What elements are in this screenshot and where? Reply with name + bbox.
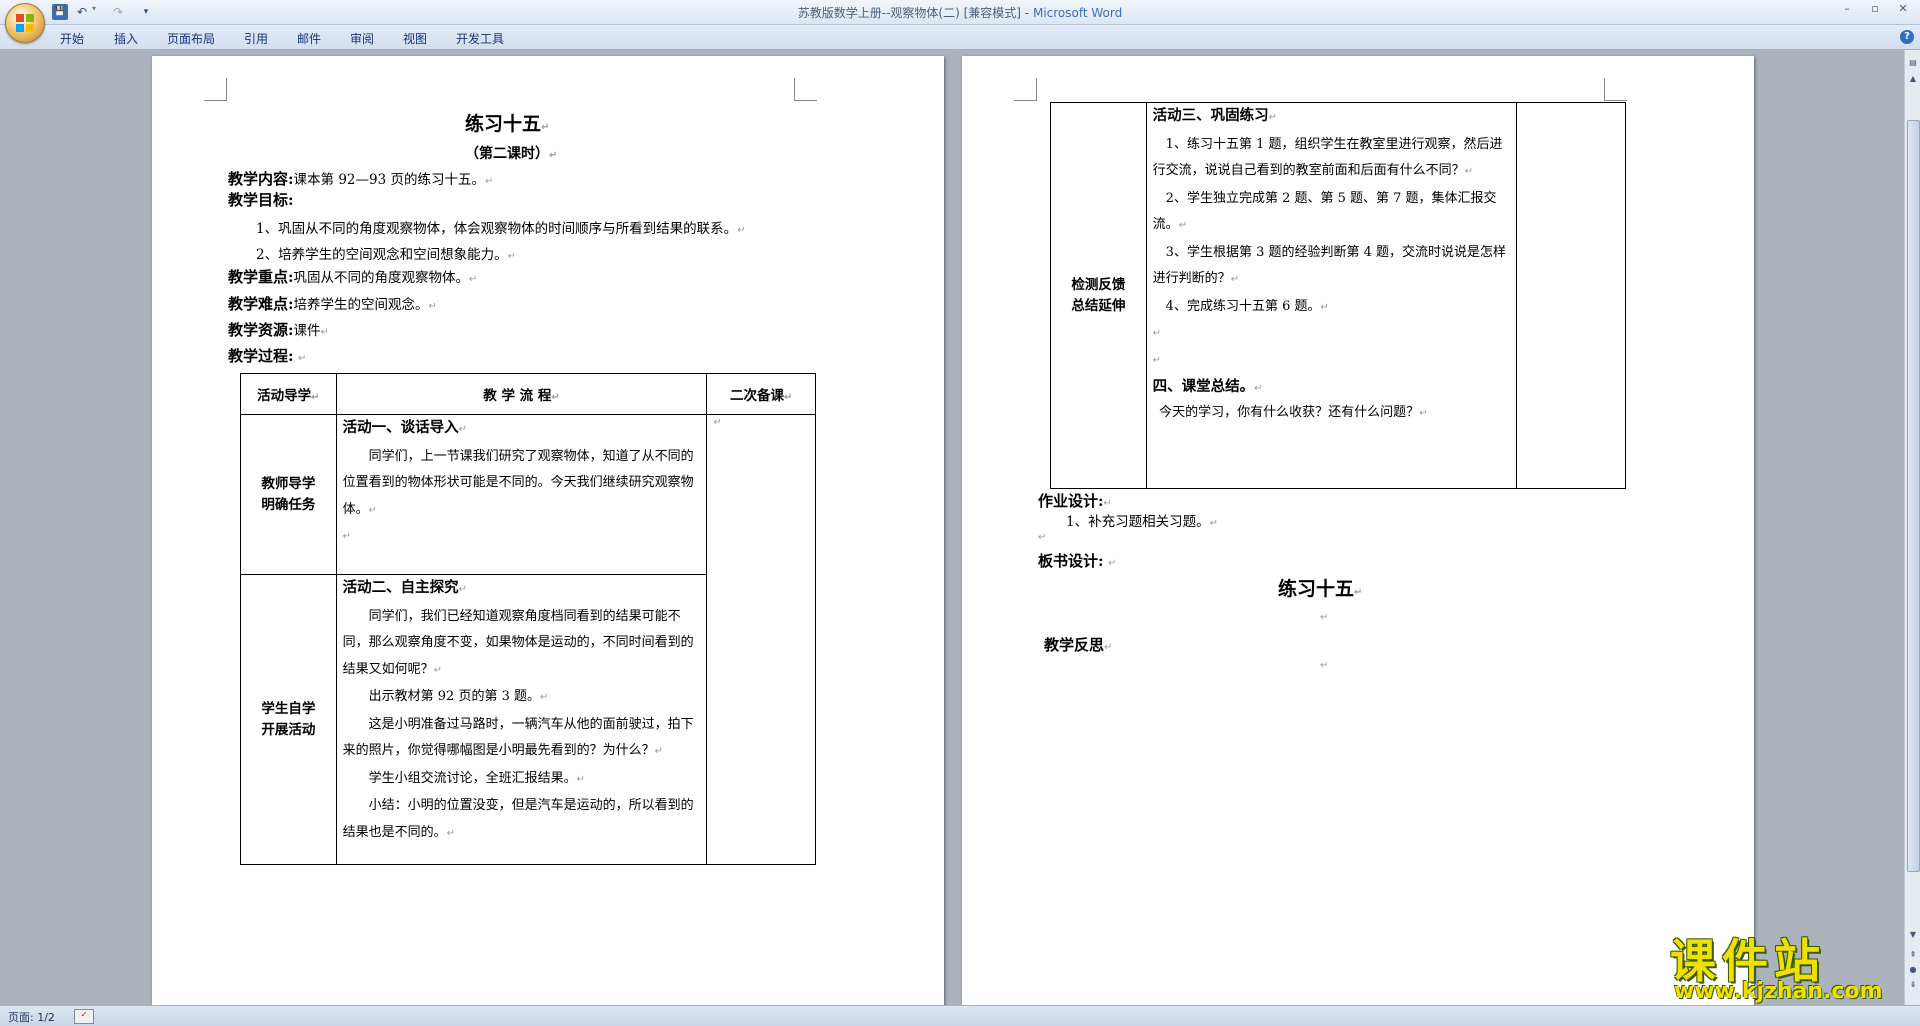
goal-heading: 教学目标:	[228, 191, 294, 209]
paragraph-mark: ↵	[1038, 532, 1047, 543]
paragraph-mark: ↵	[1320, 612, 1329, 623]
revision-cell-2[interactable]	[1516, 102, 1626, 489]
goal-2: 2、培养学生的空间观念和空间想象能力。↵	[256, 247, 516, 263]
previous-page-icon[interactable]: ⇞	[1907, 950, 1919, 962]
tab-view[interactable]: 视图	[403, 30, 427, 47]
exercise-2: 2、学生独立完成第 2 题、第 5 题、第 7 题，集体汇报交流。↵	[1152, 190, 1497, 233]
content-line: 教学内容:课本第 92—93 页的练习十五。↵	[228, 170, 494, 188]
tab-mailings[interactable]: 邮件	[297, 30, 321, 47]
activity-3-title: 活动三、巩固练习	[1152, 107, 1269, 124]
crop-mark	[794, 78, 817, 101]
lesson-table-continued[interactable]: 检测反馈 总结延伸 活动三、巩固练习↵ 1、练习十五第 1 题，组织学生在教室里进…	[1050, 102, 1626, 489]
crop-mark	[1604, 78, 1627, 101]
page-2[interactable]: 检测反馈 总结延伸 活动三、巩固练习↵ 1、练习十五第 1 题，组织学生在教室里进…	[962, 56, 1754, 1005]
watermark-url: www.kjzhan.com	[1674, 979, 1883, 1004]
lesson-table[interactable]: 活动导学↵ 教 学 流 程↵ 二次备课↵ 教师导学 明确任务 活动一、谈话导入↵ …	[240, 373, 816, 865]
window-title: 苏教版数学上册--观察物体(二) [兼容模式] - Microsoft Word	[0, 4, 1920, 21]
activity-1-text: 同学们，上一节课我们研究了观察物体，知道了从不同的位置看到的物体形状可能是不同的…	[342, 448, 694, 517]
tab-developer[interactable]: 开发工具	[456, 30, 504, 47]
process-heading: 教学过程: ↵	[228, 347, 307, 365]
scroll-thumb[interactable]	[1907, 120, 1920, 872]
activity-2-p5: 小结：小明的位置没变，但是汽车是运动的，所以看到的结果也是不同的。↵	[342, 798, 694, 840]
reflection-heading: 教学反思↵	[1044, 636, 1113, 654]
vertical-scrollbar[interactable]: ▤ ▲ ▼ ⇞ ● ⇟	[1904, 50, 1920, 1005]
board-heading: 板书设计: ↵	[1038, 552, 1117, 570]
table-header-activity: 活动导学↵	[240, 373, 337, 415]
row3-label: 检测反馈 总结延伸	[1050, 102, 1147, 489]
page-indicator[interactable]: 页面: 1/2	[8, 1009, 55, 1025]
tab-home[interactable]: 开始	[60, 30, 84, 47]
paragraph-mark: ↵	[1320, 660, 1329, 671]
status-bar: 页面: 1/2 ✓	[0, 1005, 1920, 1026]
summary-title: 四、课堂总结。	[1152, 378, 1255, 395]
revision-cell[interactable]: ↵	[706, 414, 816, 865]
scroll-up-arrow-icon[interactable]: ▲	[1907, 74, 1919, 86]
difficulty-line: 教学难点:培养学生的空间观念。↵	[228, 295, 437, 313]
homework-heading: 作业设计:↵	[1038, 492, 1112, 510]
activity-2-title: 活动二、自主探究	[342, 579, 459, 596]
row2-label: 学生自学 开展活动	[240, 574, 337, 865]
page-title: 练习十五↵	[465, 113, 550, 135]
table-header-revision: 二次备课↵	[706, 373, 816, 415]
office-logo-icon	[16, 14, 34, 32]
crop-mark	[204, 78, 227, 101]
tab-page-layout[interactable]: 页面布局	[167, 30, 215, 47]
resource-line: 教学资源:课件↵	[228, 321, 329, 339]
site-watermark: 课件站 www.kjzhan.com	[1660, 925, 1900, 1005]
board-title: 练习十五↵	[1278, 578, 1363, 600]
scroll-down-arrow-icon[interactable]: ▼	[1907, 930, 1919, 942]
document-name: 苏教版数学上册--观察物体(二) [兼容模式] -	[797, 6, 1033, 20]
activity-2-p2: 出示教材第 92 页的第 3 题。↵	[368, 689, 549, 704]
activity-2-p4: 学生小组交流讨论，全班汇报结果。↵	[368, 770, 586, 786]
row2-content[interactable]: 活动二、自主探究↵ 同学们，我们已经知道观察角度档同看到的结果可能不同，那么观察…	[335, 574, 708, 865]
title-bar: 💾 ↶ ▾ ↷ ▾ 苏教版数学上册--观察物体(二) [兼容模式] - Micr…	[0, 0, 1920, 43]
goal-1: 1、巩固从不同的角度观察物体，体会观察物体的时间顺序与所看到结果的联系。↵	[256, 221, 746, 237]
exercise-1: 1、练习十五第 1 题，组织学生在教室里进行观察，然后进行交流，说说自己看到的教…	[1152, 136, 1503, 179]
key-line: 教学重点:巩固从不同的角度观察物体。↵	[228, 268, 478, 286]
office-button[interactable]	[5, 3, 45, 43]
minimize-button[interactable]: –	[1838, 2, 1856, 16]
app-name: Microsoft Word	[1032, 6, 1123, 20]
tab-references[interactable]: 引用	[244, 30, 268, 47]
summary-text: 今天的学习，你有什么收获？还有什么问题？↵	[1159, 404, 1428, 420]
help-icon[interactable]: ?	[1900, 30, 1914, 44]
exercise-3: 3、学生根据第 3 题的经验判断第 4 题，交流时说说是怎样进行判断的？↵	[1152, 244, 1507, 287]
crop-mark	[1014, 78, 1037, 101]
language-icon[interactable]: ✓	[74, 1009, 94, 1024]
table-header-process: 教 学 流 程↵	[335, 373, 708, 415]
activity-2-p3: 这是小明准备过马路时，一辆汽车从他的面前驶过，拍下来的照片，你觉得哪幅图是小明最…	[342, 716, 694, 759]
tab-review[interactable]: 审阅	[350, 30, 374, 47]
activity-2-p1: 同学们，我们已经知道观察角度档同看到的结果可能不同，那么观察角度不变，如果物体是…	[342, 608, 694, 677]
ribbon-tab-bar: 开始 插入 页面布局 引用 邮件 审阅 视图 开发工具 ?	[0, 25, 1920, 50]
page-subtitle: （第二课时）↵	[465, 146, 558, 162]
tab-insert[interactable]: 插入	[114, 30, 138, 47]
row1-label: 教师导学 明确任务	[240, 414, 337, 575]
ruler-toggle-icon[interactable]: ▤	[1907, 58, 1919, 70]
next-page-icon[interactable]: ⇟	[1907, 980, 1919, 992]
page-1[interactable]: 练习十五↵ （第二课时）↵ 教学内容:课本第 92—93 页的练习十五。↵ 教学…	[152, 56, 944, 1005]
browse-object-icon[interactable]: ●	[1907, 965, 1919, 977]
close-button[interactable]: ✕	[1894, 2, 1912, 16]
homework-item: 1、补充习题相关习题。↵	[1066, 514, 1218, 530]
document-area: 练习十五↵ （第二课时）↵ 教学内容:课本第 92—93 页的练习十五。↵ 教学…	[0, 50, 1904, 1005]
row3-content[interactable]: 活动三、巩固练习↵ 1、练习十五第 1 题，组织学生在教室里进行观察，然后进行交…	[1145, 102, 1518, 489]
row1-content[interactable]: 活动一、谈话导入↵ 同学们，上一节课我们研究了观察物体，知道了从不同的位置看到的…	[335, 414, 708, 575]
maximize-button[interactable]: ▫	[1866, 2, 1884, 16]
exercise-4: 4、完成练习十五第 6 题。↵	[1165, 298, 1329, 314]
activity-1-title: 活动一、谈话导入	[342, 419, 459, 436]
